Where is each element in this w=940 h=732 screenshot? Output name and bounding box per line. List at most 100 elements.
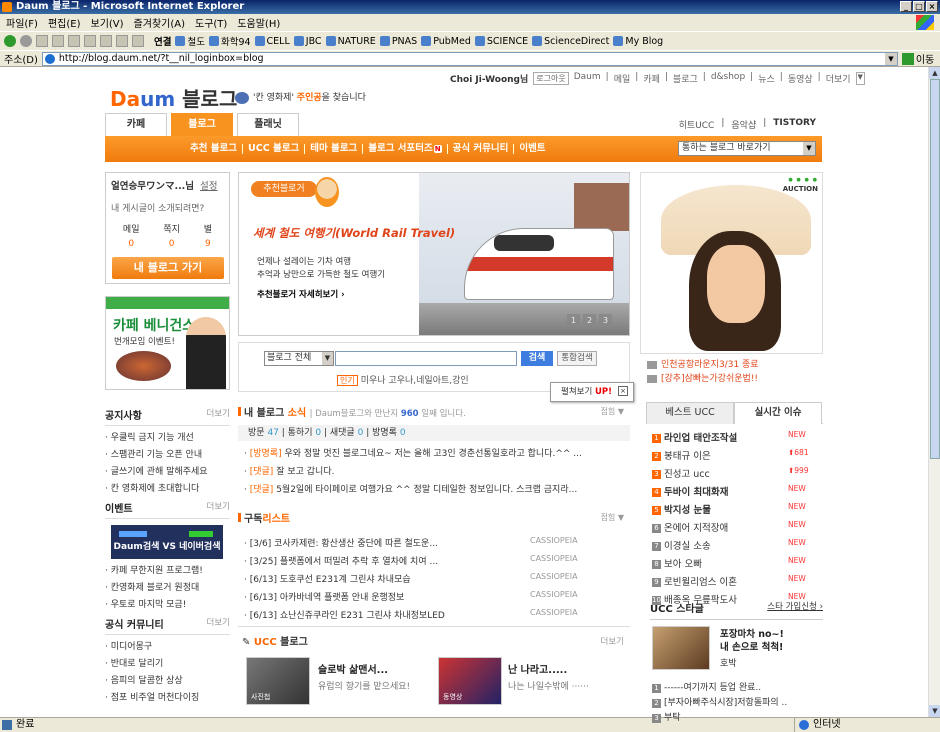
back-icon[interactable] — [4, 35, 16, 47]
link-chem94[interactable]: 화학94 — [208, 34, 251, 48]
search-vs-banner[interactable]: Daum검색 VS 네이버검색 — [111, 525, 223, 559]
search-input[interactable] — [335, 351, 517, 366]
menu-view[interactable]: 보기(V) — [91, 15, 124, 30]
issue-item[interactable]: 7 이경실 소송 NEW — [652, 538, 822, 552]
top-link-news[interactable]: 뉴스 — [758, 72, 775, 85]
top-link-video[interactable]: 동영상 — [788, 72, 813, 85]
menu-favorites[interactable]: 즐겨찾기(A) — [134, 15, 185, 30]
menu-tools[interactable]: 도구(T) — [195, 15, 227, 30]
issue-item[interactable]: 1 라인업 태안조작설 NEW — [652, 430, 822, 444]
menu-supporters[interactable]: 블로그 서포터즈 N — [363, 144, 448, 154]
ad-link[interactable]: [강추]삼빠는가강쉬운법!! — [647, 372, 759, 386]
link-jbc[interactable]: JBC — [293, 36, 322, 47]
menu-official-community[interactable]: 공식 커뮤니티 — [448, 144, 515, 154]
top-link-more[interactable]: 더보기 — [826, 72, 851, 85]
notice-item[interactable]: · 칸 영화제에 초대합니다 — [105, 481, 230, 494]
subscription-item[interactable]: · [6/13] 쇼난신쥬쿠라인 E231 그린샤 차내정보LED CASSIOP… — [238, 608, 630, 621]
link-hit-ucc[interactable]: 히트UCC — [679, 118, 715, 131]
ucc-post-title[interactable]: 난 나라고..... — [508, 661, 567, 676]
issue-item[interactable]: 6 온에어 지적장애 NEW — [652, 520, 822, 534]
more-dropdown-icon[interactable]: ▼ — [855, 72, 865, 85]
star-list-item[interactable]: 3 부탁 — [652, 710, 681, 723]
quick-blog-select[interactable]: 통하는 블로그 바로가기 — [678, 141, 816, 156]
event-item[interactable]: · 카페 무한지원 프로그램! — [105, 563, 230, 576]
tab-planet[interactable]: 플래닛 — [237, 113, 299, 136]
notice-more[interactable]: 더보기 — [207, 407, 230, 422]
tab-realtime-issues[interactable]: 실시간 이슈 — [734, 402, 822, 424]
subscription-item[interactable]: · [3/25] 플랫폼에서 떠밀려 추락 후 열차에 치여 ... CASSIO… — [238, 554, 630, 567]
notice-item[interactable]: · 글쓰기에 관해 말해주세요 — [105, 464, 230, 477]
logout-button[interactable]: 로그아웃 — [533, 72, 569, 85]
hero-more-link[interactable]: 추천블로거 자세히보기 › — [257, 288, 345, 300]
address-dropdown-icon[interactable]: ▼ — [884, 52, 897, 65]
go-my-blog-button[interactable]: 내 블로그 가기 — [112, 257, 224, 279]
issue-item[interactable]: 4 두바이 최대화재 NEW — [652, 484, 822, 498]
tab-cafe[interactable]: 카페 — [105, 113, 167, 136]
menu-file[interactable]: 파일(F) — [6, 15, 38, 30]
ucc-thumb-photo[interactable]: 사진첩 — [246, 657, 310, 705]
news-fold-toggle[interactable]: 접힘 ▼ — [601, 406, 624, 417]
close-window-button[interactable]: × — [926, 1, 938, 12]
community-item[interactable]: · 점포 비주얼 머천다이징 — [105, 690, 230, 703]
star-post-image[interactable] — [652, 626, 710, 670]
search-button[interactable]: 검색 — [521, 351, 553, 366]
menu-ucc-blog[interactable]: UCC 블로그 — [243, 144, 306, 154]
subscription-item[interactable]: · [3/6] 코사카제련: 황산생산 중단에 따른 철도운... CASSIOP… — [238, 536, 630, 549]
favorites-icon[interactable] — [100, 35, 112, 47]
stop-icon[interactable] — [36, 35, 48, 47]
link-pubmed[interactable]: PubMed — [421, 36, 471, 47]
go-button[interactable]: 이동 — [901, 51, 934, 66]
link-nature[interactable]: NATURE — [325, 36, 376, 47]
event-more[interactable]: 더보기 — [207, 500, 230, 515]
star-count[interactable]: 별9 — [204, 222, 212, 249]
issue-item[interactable]: 3 진성고 ucc ⬆999 — [652, 466, 822, 480]
maximize-button[interactable]: □ — [913, 1, 925, 12]
star-post-title[interactable]: 포장마차 no~! 내 손으로 척척! — [720, 628, 784, 654]
top-link-blog[interactable]: 블로그 — [673, 72, 698, 85]
mail-count[interactable]: 메일 0 — [123, 222, 140, 249]
link-sciencedirect[interactable]: ScienceDirect — [532, 36, 609, 47]
daum-blog-logo[interactable]: Daum 블로그 — [110, 83, 237, 112]
issue-item[interactable]: 8 보아 오빠 NEW — [652, 556, 822, 570]
notice-item[interactable]: · 우클릭 금지 기능 개선 — [105, 430, 230, 443]
top-link-mail[interactable]: 메일 — [614, 72, 631, 85]
tab-blog[interactable]: 블로그 — [171, 113, 233, 136]
ad-link[interactable]: 인천공항라운지3/31 종료 — [647, 358, 759, 372]
ucc-thumb-video[interactable]: 동영상 — [438, 657, 502, 705]
ucc-post-title[interactable]: 슬로박 삶맨서... — [318, 661, 388, 676]
search-toolbar-icon[interactable] — [84, 35, 96, 47]
top-link-dshop[interactable]: d&shop — [711, 72, 745, 85]
menu-help[interactable]: 도움말(H) — [237, 15, 280, 30]
vertical-scrollbar[interactable]: ▲ ▼ — [928, 67, 940, 717]
link-music-shop[interactable]: 음악샵 — [731, 118, 756, 131]
star-list-item[interactable]: 2 [부자아빠주식시장]저항돌파의 .. — [652, 695, 787, 708]
stat-trackbacks[interactable]: 0 — [315, 428, 321, 438]
issue-item[interactable]: 2 봉태규 이은 ⬆681 — [652, 448, 822, 462]
event-item[interactable]: · 우토로 마지막 모금! — [105, 597, 230, 610]
top-link-cafe[interactable]: 카페 — [643, 72, 660, 85]
mail-icon[interactable] — [132, 35, 144, 47]
forward-icon[interactable] — [20, 35, 32, 47]
link-pnas[interactable]: PNAS — [379, 36, 417, 47]
refresh-icon[interactable] — [52, 35, 64, 47]
page-3-button[interactable]: 3 — [599, 314, 612, 327]
integrated-search-button[interactable]: 통합검색 — [557, 351, 597, 366]
community-more[interactable]: 더보기 — [207, 616, 230, 631]
stat-visits[interactable]: 47 — [267, 428, 278, 438]
home-icon[interactable] — [68, 35, 80, 47]
event-item[interactable]: · 칸영화제 블로거 원정대 — [105, 580, 230, 593]
scroll-up-icon[interactable]: ▲ — [929, 67, 940, 79]
hot-keywords[interactable]: 인기 미우나 고우나,네일아트,강인 — [337, 373, 469, 386]
note-count[interactable]: 쪽지 0 — [163, 222, 180, 249]
news-item[interactable]: · [댓글] 잘 보고 갑니다. — [238, 464, 630, 477]
subscription-item[interactable]: · [6/13] 아카바네역 플랫폼 안내 운행정보 CASSIOPEIA — [238, 590, 630, 603]
tagline[interactable]: '칸 영화제' 주인공을 찾습니다 — [235, 90, 366, 104]
featured-blog-banner[interactable]: 추천블로거 세계 철도 여행기(World Rail Travel) 언제나 설… — [238, 172, 630, 336]
close-icon[interactable]: × — [618, 386, 628, 396]
minimize-button[interactable]: _ — [900, 1, 912, 12]
intro-question[interactable]: 내 게시글이 소개되려면? — [111, 201, 224, 214]
issue-item[interactable]: 9 로빈윌리엄스 이혼 NEW — [652, 574, 822, 588]
news-item[interactable]: · [방명록] 우와 정말 멋진 블로그네요~ 저는 올해 고3인 경춘선통일호… — [238, 446, 630, 459]
news-item[interactable]: · [댓글] 5월2일에 타이페이로 여행가요 ^^ 정말 디테일한 정보입니다… — [238, 482, 630, 495]
expand-tooltip[interactable]: 펼쳐보기 UP! × — [550, 382, 634, 402]
